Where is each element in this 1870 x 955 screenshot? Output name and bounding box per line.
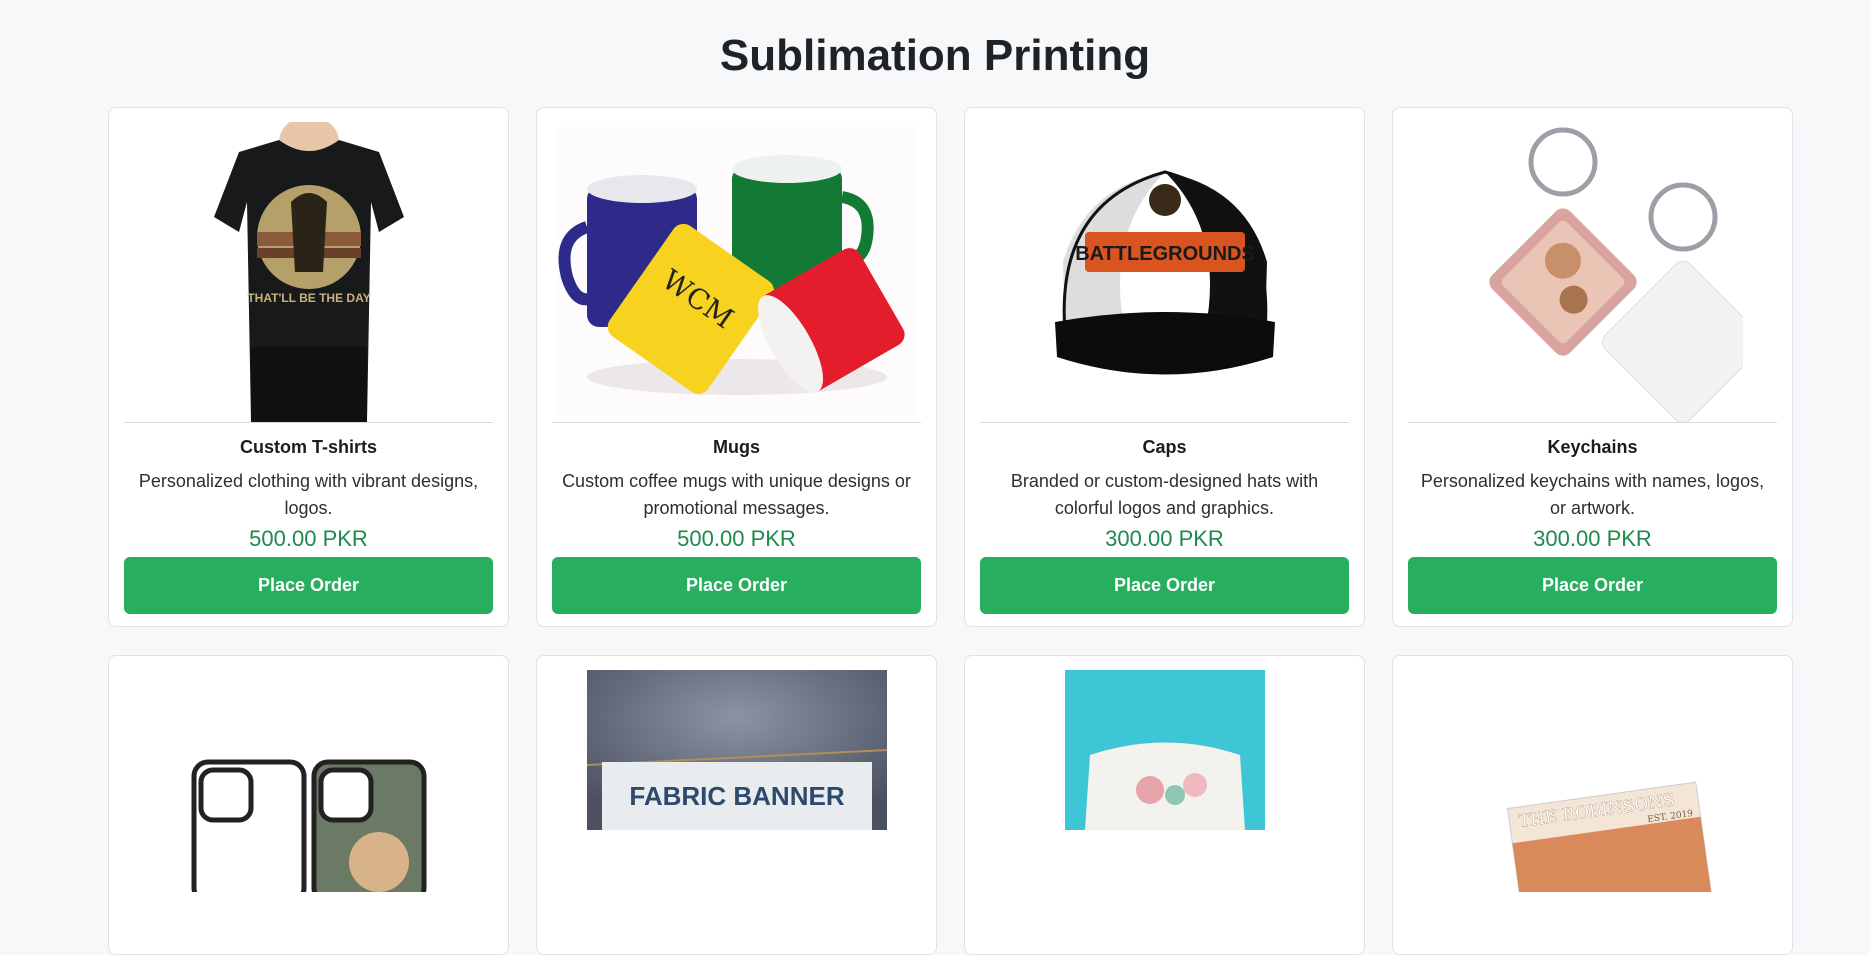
product-description: Personalized clothing with vibrant desig… bbox=[138, 471, 479, 518]
product-description: Custom coffee mugs with unique designs o… bbox=[562, 471, 911, 518]
product-card-photo-book: THE ROBINSONS EST. 2019 bbox=[1392, 655, 1793, 955]
product-card-caps: BATTLEGROUNDS Caps Branded or custom-des… bbox=[964, 107, 1365, 627]
product-price: 500.00 PKR bbox=[249, 526, 368, 551]
product-name: Mugs bbox=[713, 437, 760, 457]
svg-text:BATTLEGROUNDS: BATTLEGROUNDS bbox=[1075, 243, 1255, 265]
place-order-button[interactable]: Place Order bbox=[1408, 557, 1777, 614]
product-price: 300.00 PKR bbox=[1533, 526, 1652, 551]
pillow-image bbox=[980, 670, 1349, 954]
product-name: Caps bbox=[1142, 437, 1187, 457]
tshirt-image: THAT'LL BE THE DAY bbox=[124, 122, 493, 423]
place-order-button[interactable]: Place Order bbox=[552, 557, 921, 614]
place-order-button[interactable]: Place Order bbox=[980, 557, 1349, 614]
banner-text: FABRIC BANNER bbox=[629, 781, 844, 811]
photo-book-image: THE ROBINSONS EST. 2019 bbox=[1408, 670, 1777, 954]
product-name: Keychains bbox=[1547, 437, 1638, 457]
product-card-banner: FABRIC BANNER bbox=[536, 655, 937, 955]
phone-case-image bbox=[124, 670, 493, 954]
page-title: Sublimation Printing bbox=[719, 31, 1151, 80]
mugs-image: WCM bbox=[552, 122, 921, 423]
keychain-image bbox=[1408, 122, 1777, 423]
svg-text:THAT'LL BE THE DAY: THAT'LL BE THE DAY bbox=[247, 291, 370, 305]
fabric-banner-image: FABRIC BANNER bbox=[552, 670, 921, 954]
product-description: Personalized keychains with names, logos… bbox=[1420, 471, 1765, 518]
product-card-keychains: Keychains Personalized keychains with na… bbox=[1392, 107, 1793, 627]
cap-image: BATTLEGROUNDS bbox=[980, 122, 1349, 423]
product-card-phone-case bbox=[108, 655, 509, 955]
product-price: 500.00 PKR bbox=[677, 526, 796, 551]
product-card-pillow bbox=[964, 655, 1365, 955]
product-description: Branded or custom-designed hats with col… bbox=[1010, 471, 1319, 518]
product-card-tshirts: THAT'LL BE THE DAY Custom T-shirts Perso… bbox=[108, 107, 509, 627]
product-price: 300.00 PKR bbox=[1105, 526, 1224, 551]
product-card-mugs: WCM Mugs Custom coffee mugs with unique … bbox=[536, 107, 937, 627]
place-order-button[interactable]: Place Order bbox=[124, 557, 493, 614]
product-name: Custom T-shirts bbox=[239, 437, 377, 457]
